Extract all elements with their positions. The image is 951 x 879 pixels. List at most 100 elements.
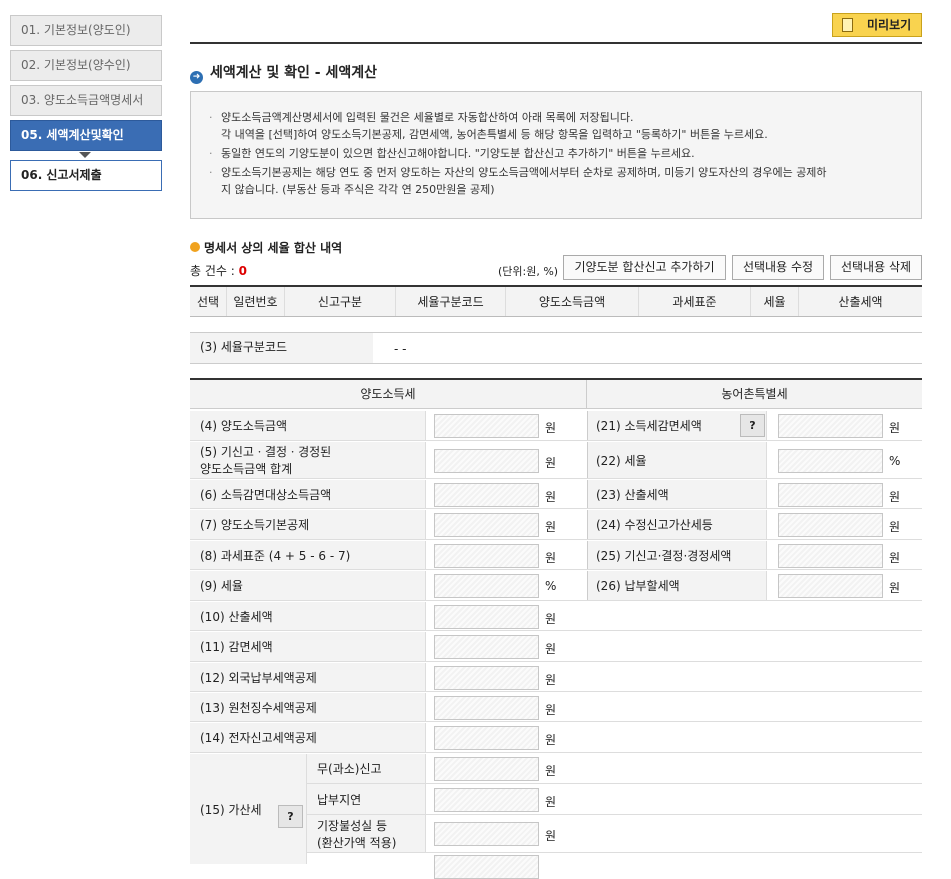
left-row-input[interactable]: [434, 635, 539, 659]
left-row-input[interactable]: [434, 543, 539, 568]
right-row-label: (23) 산출세액: [587, 480, 767, 508]
penalty-help-button[interactable]: ?: [278, 805, 303, 828]
right-row: (24) 수정신고가산세등 원: [587, 510, 922, 540]
notice-box: 양도소득금액계산명세서에 입력된 물건은 세율별로 자동합산하여 아래 목록에 …: [190, 91, 922, 219]
penalty-row: 납부지연 원: [307, 784, 922, 815]
left-row: (14) 전자신고세액공제 원: [190, 723, 922, 753]
left-row-unit: 원: [545, 489, 557, 504]
rate-code-value: - -: [394, 342, 407, 356]
rate-code-row: (3) 세율구분코드 - -: [190, 332, 922, 364]
step-1[interactable]: 01. 기본정보(양도인): [10, 15, 162, 46]
penalty-block: (15) 가산세? 무(과소)신고 원 납부지연 원 기장불성실 등 (환산가액 적용) 원: [190, 754, 922, 879]
right-row: (25) 기신고·결정·경정세액 원: [587, 541, 922, 570]
arrow-circle-icon: ➜: [190, 71, 203, 84]
right-row-unit: 원: [889, 421, 901, 435]
left-row-input[interactable]: [434, 695, 539, 720]
col-select: 선택: [190, 287, 227, 316]
left-row-unit: 원: [545, 611, 557, 626]
right-row-input[interactable]: [778, 574, 883, 598]
left-row-label: (6) 소득감면대상소득금액: [190, 480, 426, 508]
right-row-input[interactable]: [778, 513, 883, 537]
penalty-item-unit: 원: [545, 794, 557, 809]
notice-1a: 양도소득금액계산명세서에 입력된 물건은 세율별로 자동합산하여 아래 목록에 …: [221, 111, 634, 124]
left-row: (12) 외국납부세액공제 원: [190, 663, 922, 692]
left-row: (4) 양도소득금액 원: [190, 411, 587, 441]
penalty-item-input[interactable]: [434, 787, 539, 812]
left-row-label: (7) 양도소득기본공제: [190, 510, 426, 539]
right-row-unit: 원: [889, 581, 901, 595]
left-row-unit: 원: [545, 702, 557, 717]
step-sidebar: 01. 기본정보(양도인) 02. 기본정보(양수인) 03. 양도소득금액명세…: [10, 15, 162, 195]
edit-selection-button[interactable]: 선택내용 수정: [732, 255, 824, 280]
left-row-input[interactable]: [434, 726, 539, 750]
help-button[interactable]: ?: [740, 414, 765, 437]
notice-3a: 양도소득기본공제는 해당 연도 중 먼저 양도하는 자산의 양도소득금액에서부터…: [221, 166, 827, 179]
left-row-unit: 원: [545, 455, 557, 470]
col-serial: 일련번호: [227, 287, 285, 316]
left-row-label: (13) 원천징수세액공제: [190, 693, 426, 721]
right-row: (23) 산출세액 원: [587, 480, 922, 509]
left-row-label: (11) 감면세액: [190, 632, 426, 661]
col-rate-code: 세율구분코드: [396, 287, 506, 316]
left-row-input[interactable]: [434, 448, 539, 473]
notice-2: 동일한 연도의 기양도분이 있으면 합산신고해야합니다. "기양도분 합산신고 …: [207, 145, 909, 162]
left-row-label: (8) 과세표준 (4 + 5 - 6 - 7): [190, 541, 426, 569]
right-row-input[interactable]: [778, 482, 883, 507]
left-row-unit: 원: [545, 520, 557, 534]
section-title-text: 세액계산 및 확인 - 세액계산: [210, 65, 377, 81]
step-6[interactable]: 06. 신고서제출: [10, 160, 162, 191]
penalty-label: (15) 가산세: [200, 802, 262, 817]
step-5-active[interactable]: 05. 세액계산및확인: [10, 120, 162, 151]
left-row: (6) 소득감면대상소득금액 원: [190, 480, 587, 509]
right-row-input[interactable]: [778, 543, 883, 568]
grid-header-right: 농어촌특별세: [587, 380, 922, 409]
right-row-input[interactable]: [778, 448, 883, 473]
preview-button[interactable]: 미리보기: [832, 13, 922, 37]
left-row-input[interactable]: [434, 513, 539, 537]
step-3[interactable]: 03. 양도소득금액명세서: [10, 85, 162, 116]
left-row-input[interactable]: [434, 604, 539, 629]
add-previous-transfer-button[interactable]: 기양도분 합산신고 추가하기: [563, 255, 726, 280]
left-row: (13) 원천징수세액공제 원: [190, 693, 922, 722]
penalty-item-input[interactable]: [434, 757, 539, 781]
tax-grid: 양도소득세 농어촌특별세 (4) 양도소득금액 원 (5) 기신고ㆍ결정ㆍ경정된 양…: [190, 378, 922, 879]
right-row-unit: %: [889, 453, 901, 468]
left-row-unit: %: [545, 579, 557, 593]
left-row: (11) 감면세액 원: [190, 632, 922, 662]
left-row-input[interactable]: [434, 665, 539, 690]
preview-label: 미리보기: [867, 18, 912, 32]
col-report-type: 신고구분: [285, 287, 396, 316]
top-divider: [190, 42, 922, 44]
section-title: ➜ 세액계산 및 확인 - 세액계산: [190, 62, 377, 84]
penalty-extra-input[interactable]: [434, 855, 539, 879]
step-2[interactable]: 02. 기본정보(양수인): [10, 50, 162, 81]
left-row-label: (14) 전자신고세액공제: [190, 723, 426, 752]
delete-selection-button[interactable]: 선택내용 삭제: [830, 255, 922, 280]
left-row-input[interactable]: [434, 482, 539, 507]
right-row: (22) 세율%: [587, 442, 922, 479]
left-row: (10) 산출세액 원: [190, 602, 922, 631]
penalty-item-unit: 원: [545, 764, 557, 778]
left-row: (9) 세율%: [190, 571, 587, 601]
penalty-item-input[interactable]: [434, 822, 539, 846]
right-row-label: (22) 세율: [587, 442, 767, 478]
total-count: 총 건수 : 0: [190, 262, 247, 279]
left-row-unit: 원: [545, 672, 557, 687]
notice-3b: 지 않습니다. (부동산 등과 주식은 각각 연 250만원을 공제): [221, 183, 495, 196]
left-row-unit: 원: [545, 733, 557, 747]
right-row: (21) 소득세감면세액? 원: [587, 411, 922, 441]
total-count-value: 0: [238, 264, 247, 278]
left-row-input[interactable]: [434, 414, 539, 438]
left-row-unit: 원: [545, 550, 557, 565]
left-row-unit: 원: [545, 642, 557, 656]
left-row-label: (4) 양도소득금액: [190, 411, 426, 440]
col-tax-rate: 세율: [751, 287, 799, 316]
summary-table-header: 선택 일련번호 신고구분 세율구분코드 양도소득금액 과세표준 세율 산출세액: [190, 285, 922, 317]
bullet-icon: [190, 242, 200, 252]
right-row-unit: 원: [889, 550, 901, 565]
left-row-input[interactable]: [434, 574, 539, 598]
right-row-input[interactable]: [778, 414, 883, 438]
left-row-label: (12) 외국납부세액공제: [190, 663, 426, 691]
left-row-label: (5) 기신고ㆍ결정ㆍ경정된 양도소득금액 합계: [190, 442, 426, 478]
penalty-item-label: 기장불성실 등 (환산가액 적용): [307, 815, 426, 852]
